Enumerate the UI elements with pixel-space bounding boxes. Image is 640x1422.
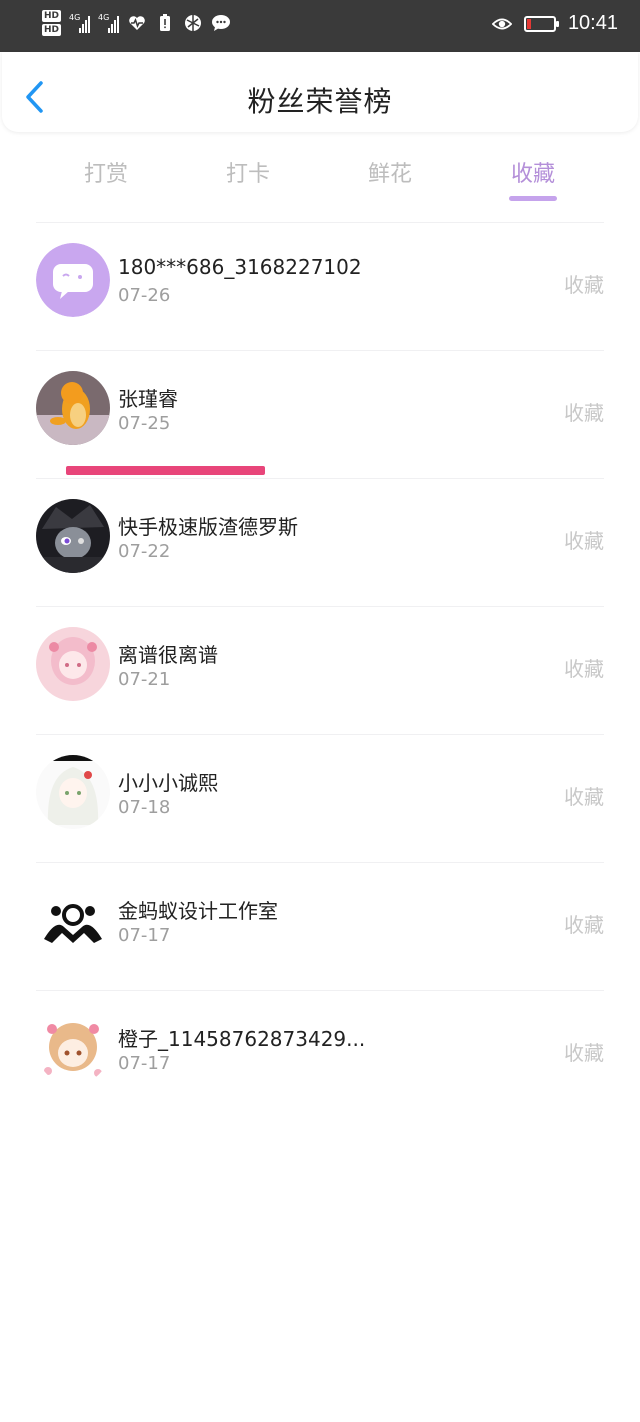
cute-anime-girl-avatar[interactable] (36, 1011, 110, 1085)
fan-date: 07-22 (118, 541, 171, 562)
fan-name: 张瑾睿 (118, 387, 178, 411)
fan-name: 金蚂蚁设计工作室 (118, 899, 278, 923)
list-item[interactable]: 金蚂蚁设计工作室 07-17 收藏 (0, 863, 640, 990)
list-item[interactable]: 张瑾睿 07-25 收藏 (0, 351, 640, 478)
tab-bar: 打赏 打卡 鲜花 收藏 (0, 152, 640, 204)
black-white-sketch-avatar[interactable] (36, 883, 110, 957)
fan-name: 180***686_3168227102 (118, 255, 362, 279)
tab-favorites[interactable]: 收藏 (493, 156, 573, 188)
active-tab-indicator (509, 196, 557, 201)
fan-date: 07-25 (118, 413, 171, 434)
action-label: 收藏 (564, 273, 604, 297)
hd-badge-1: HD (42, 10, 62, 22)
network-type-1: 4G (69, 13, 81, 22)
nav-header: 粉丝荣誉榜 (2, 52, 638, 132)
fan-date: 07-17 (118, 1053, 171, 1074)
eye-icon (491, 14, 512, 34)
fan-list: 180***686_3168227102 07-26 收藏 张瑾睿 07-25 … (0, 222, 640, 1118)
battery-alert-icon (155, 13, 175, 33)
status-left: HD HD 4G 4G (42, 10, 231, 36)
fan-name: 小小小诚熙 (118, 771, 218, 795)
tab-checkin[interactable]: 打卡 (208, 156, 288, 188)
list-item[interactable]: 快手极速版渣德罗斯 07-22 收藏 (0, 479, 640, 606)
action-label: 收藏 (564, 401, 604, 425)
heart-monitor-icon (127, 13, 147, 33)
page-title: 粉丝荣誉榜 (247, 85, 393, 118)
list-item[interactable]: 180***686_3168227102 07-26 收藏 (0, 223, 640, 350)
fan-date: 07-21 (118, 669, 171, 690)
tab-flowers[interactable]: 鲜花 (350, 156, 430, 188)
chat-icon (211, 13, 231, 33)
action-label: 收藏 (564, 785, 604, 809)
battery-icon (523, 15, 559, 32)
highlight-underline-mark (66, 466, 265, 475)
white-hair-anime-avatar[interactable] (36, 755, 110, 829)
list-item[interactable]: 小小小诚熙 07-18 收藏 (0, 735, 640, 862)
fan-name: 快手极速版渣德罗斯 (118, 515, 298, 539)
fan-date: 07-17 (118, 925, 171, 946)
action-label: 收藏 (564, 657, 604, 681)
clock: 10:41 (567, 12, 618, 34)
dark-character-avatar[interactable] (36, 499, 110, 573)
list-item[interactable]: 橙子_11458762873429... 07-17 收藏 (0, 991, 640, 1118)
fan-date: 07-18 (118, 797, 171, 818)
signal-icon-1: 4G (69, 13, 91, 33)
action-label: 收藏 (564, 529, 604, 553)
fan-name: 橙子_11458762873429... (118, 1027, 366, 1051)
network-type-2: 4G (98, 13, 110, 22)
tab-reward[interactable]: 打赏 (66, 156, 146, 188)
action-label: 收藏 (564, 913, 604, 937)
fan-name: 离谱很离谱 (118, 643, 218, 667)
chat-bubble-avatar[interactable] (36, 243, 110, 317)
signal-icon-2: 4G (98, 13, 120, 33)
status-bar: HD HD 4G 4G 10:41 (0, 0, 640, 52)
hd-badge-2: HD (42, 24, 62, 36)
action-label: 收藏 (564, 1041, 604, 1065)
pink-anime-avatar[interactable] (36, 627, 110, 701)
browser-icon (183, 13, 203, 33)
charmander-avatar[interactable] (36, 371, 110, 445)
fan-date: 07-26 (118, 285, 171, 306)
hd-indicators: HD HD (42, 10, 62, 36)
status-right: 10:41 (491, 12, 618, 35)
list-item[interactable]: 离谱很离谱 07-21 收藏 (0, 607, 640, 734)
